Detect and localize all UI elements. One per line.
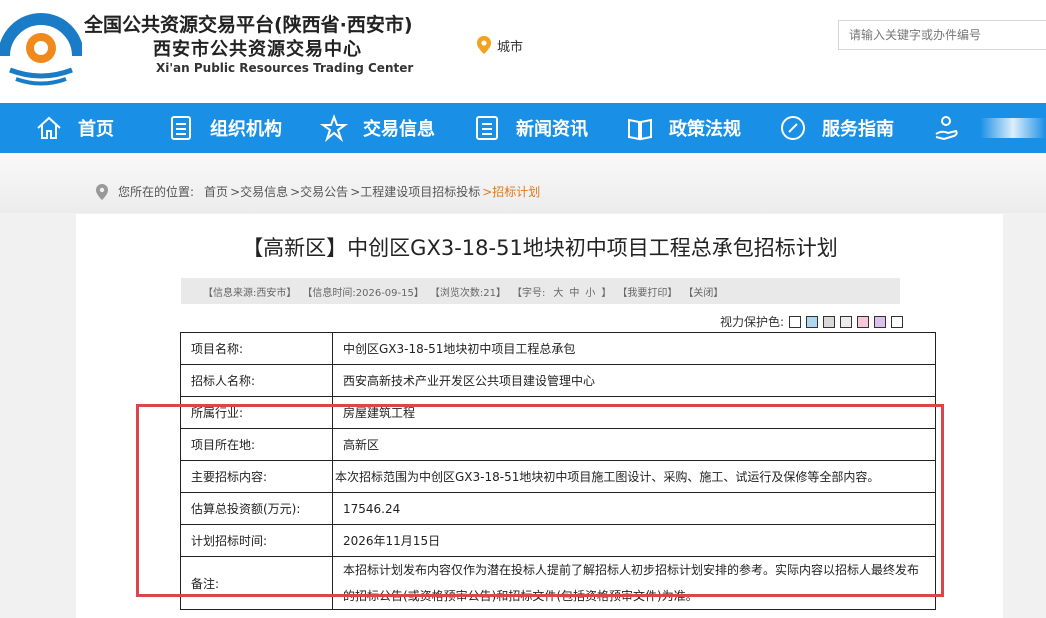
main-nav: 首页 组织机构 交易信息 新闻资讯 政策法规 服务指南 bbox=[0, 103, 1046, 153]
color-swatch-white[interactable] bbox=[789, 315, 802, 328]
nav-item-organization[interactable]: 组织机构 bbox=[166, 103, 282, 153]
nav-fade-overlay bbox=[980, 118, 1046, 138]
font-size-small[interactable]: 小 bbox=[585, 284, 595, 299]
breadcrumb-trading-info[interactable]: >交易信息 bbox=[230, 183, 288, 200]
project-info-table: 项目名称: 中创区GX3-18-51地块初中项目工程总承包 招标人名称: 西安高… bbox=[180, 332, 936, 610]
table-row: 招标人名称: 西安高新技术产业开发区公共项目建设管理中心 bbox=[180, 364, 936, 397]
meta-views: 【浏览次数:21】 bbox=[429, 287, 506, 299]
meta-font-end: 】 bbox=[601, 287, 612, 299]
star-icon bbox=[319, 113, 349, 143]
breadcrumb-trading-notice[interactable]: >交易公告 bbox=[290, 183, 348, 200]
field-value: 西安高新技术产业开发区公共项目建设管理中心 bbox=[332, 364, 936, 397]
hand-icon bbox=[931, 113, 961, 143]
location-pin-icon bbox=[477, 36, 491, 54]
nav-item-service-guide[interactable]: 服务指南 bbox=[778, 103, 894, 153]
color-swatch-gray[interactable] bbox=[823, 315, 836, 328]
breadcrumb: 您所在的位置: 首页 >交易信息 >交易公告 >工程建设项目招标投标 >招标计划 bbox=[96, 183, 542, 200]
breadcrumb-engineering-bidding[interactable]: >工程建设项目招标投标 bbox=[350, 183, 480, 200]
table-row: 计划招标时间: 2026年11月15日 bbox=[180, 524, 936, 557]
nav-label-trading-info: 交易信息 bbox=[363, 119, 435, 140]
table-row: 项目所在地: 高新区 bbox=[180, 428, 936, 461]
book-icon bbox=[625, 113, 655, 143]
color-swatch-pink[interactable] bbox=[857, 315, 870, 328]
color-swatch-blue[interactable] bbox=[806, 315, 819, 328]
eye-protection-label: 视力保护色: bbox=[720, 315, 785, 329]
nav-label-service-guide: 服务指南 bbox=[822, 119, 894, 140]
city-label: 城市 bbox=[497, 39, 524, 55]
nav-label-news: 新闻资讯 bbox=[516, 119, 588, 140]
location-pin-icon bbox=[96, 183, 108, 200]
color-swatch-white-2[interactable] bbox=[891, 315, 904, 328]
site-header: 全国公共资源交易平台(陕西省·西安市) 西安市公共资源交易中心 Xi'an Pu… bbox=[0, 0, 1046, 103]
field-value: 本次招标范围为中创区GX3-18-51地块初中项目施工图设计、采购、施工、试运行… bbox=[332, 460, 936, 493]
meta-time: 【信息时间:2026-09-15】 bbox=[302, 287, 424, 299]
table-row: 项目名称: 中创区GX3-18-51地块初中项目工程总承包 bbox=[180, 332, 936, 365]
field-value: 高新区 bbox=[332, 428, 936, 461]
table-row: 主要招标内容: 本次招标范围为中创区GX3-18-51地块初中项目施工图设计、采… bbox=[180, 460, 936, 493]
nav-label-home: 首页 bbox=[78, 119, 114, 140]
article-title: 【高新区】中创区GX3-18-51地块初中项目工程总承包招标计划 bbox=[242, 236, 838, 260]
site-title-english: Xi'an Public Resources Trading Center bbox=[156, 61, 414, 75]
field-value: 2026年11月15日 bbox=[332, 524, 936, 557]
field-value: 17546.24 bbox=[332, 492, 936, 525]
nav-label-organization: 组织机构 bbox=[210, 119, 282, 140]
field-label: 所属行业: bbox=[180, 396, 333, 429]
field-value: 本招标计划发布内容仅作为潜在投标人提前了解招标人初步招标计划安排的参考。实际内容… bbox=[332, 556, 936, 610]
color-swatch-purple[interactable] bbox=[874, 315, 887, 328]
search-input[interactable] bbox=[838, 20, 1046, 50]
site-logo bbox=[0, 13, 82, 86]
breadcrumb-label: 您所在的位置: bbox=[118, 185, 195, 199]
print-link[interactable]: 【我要打印】 bbox=[617, 284, 677, 299]
color-swatch-light-gray[interactable] bbox=[840, 315, 853, 328]
field-label: 项目所在地: bbox=[180, 428, 333, 461]
article-meta-bar: 【信息来源:西安市】 【信息时间:2026-09-15】 【浏览次数:21】 【… bbox=[181, 278, 900, 304]
breadcrumb-current[interactable]: >招标计划 bbox=[482, 183, 540, 200]
font-size-large[interactable]: 大 bbox=[553, 284, 563, 299]
document-icon bbox=[166, 113, 196, 143]
city-selector[interactable]: 城市 bbox=[477, 35, 523, 55]
nav-item-trading-info[interactable]: 交易信息 bbox=[319, 103, 435, 153]
field-label: 项目名称: bbox=[180, 332, 333, 365]
table-row: 估算总投资额(万元): 17546.24 bbox=[180, 492, 936, 525]
table-row: 备注: 本招标计划发布内容仅作为潜在投标人提前了解招标人初步招标计划安排的参考。… bbox=[180, 556, 936, 610]
field-value: 房屋建筑工程 bbox=[332, 396, 936, 429]
eye-protection-colors: 视力保护色: bbox=[720, 313, 904, 330]
close-link[interactable]: 【关闭】 bbox=[683, 284, 723, 299]
field-label: 备注: bbox=[180, 556, 333, 610]
field-label: 主要招标内容: bbox=[180, 460, 333, 493]
breadcrumb-home[interactable]: 首页 bbox=[204, 183, 228, 200]
home-icon bbox=[34, 113, 64, 143]
site-subtitle: 西安市公共资源交易中心 bbox=[153, 39, 362, 60]
font-size-medium[interactable]: 中 bbox=[569, 284, 579, 299]
field-value: 中创区GX3-18-51地块初中项目工程总承包 bbox=[332, 332, 936, 365]
table-row: 所属行业: 房屋建筑工程 bbox=[180, 396, 936, 429]
field-label: 招标人名称: bbox=[180, 364, 333, 397]
news-icon bbox=[472, 113, 502, 143]
nav-label-policy: 政策法规 bbox=[669, 119, 741, 140]
compass-icon bbox=[778, 113, 808, 143]
nav-item-home[interactable]: 首页 bbox=[34, 103, 114, 153]
field-label: 估算总投资额(万元): bbox=[180, 492, 333, 525]
site-title: 全国公共资源交易平台(陕西省·西安市) bbox=[84, 14, 413, 36]
nav-item-more[interactable] bbox=[931, 103, 975, 153]
field-label: 计划招标时间: bbox=[180, 524, 333, 557]
nav-item-policy[interactable]: 政策法规 bbox=[625, 103, 741, 153]
meta-font-label: 【字号: bbox=[511, 287, 546, 299]
meta-source: 【信息来源:西安市】 bbox=[203, 287, 297, 299]
nav-item-news[interactable]: 新闻资讯 bbox=[472, 103, 588, 153]
